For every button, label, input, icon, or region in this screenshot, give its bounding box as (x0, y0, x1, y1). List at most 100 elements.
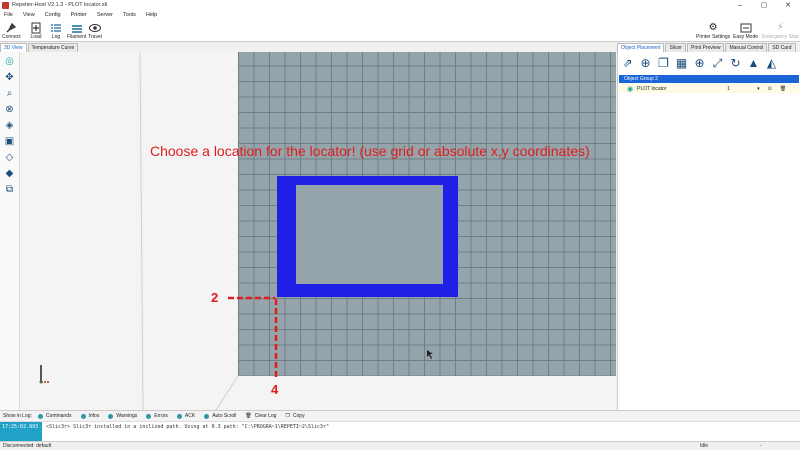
menu-config[interactable]: Config (45, 12, 61, 18)
add-object-icon[interactable]: ⊕ (638, 56, 653, 71)
count-dropdown-icon[interactable]: ▾ (757, 86, 760, 92)
log-filter-warnings[interactable]: Warnings (108, 413, 137, 419)
scene-overlay (39, 176, 458, 384)
plug-icon (4, 21, 18, 34)
zoom-icon[interactable]: ⌕ (3, 87, 16, 100)
menu-help[interactable]: Help (146, 12, 157, 18)
load-button[interactable]: Load (29, 21, 43, 40)
log-filter-infos[interactable]: Infos (80, 413, 99, 419)
cut-object-icon[interactable]: ▲ (746, 56, 761, 71)
object-row[interactable]: ◉ PLOT locator 1 ▾ ⊙ 🗑 (619, 84, 799, 93)
tab-3d-view[interactable]: 3D View (0, 43, 27, 52)
menu-printer[interactable]: Printer (71, 12, 87, 18)
log-filter-commands[interactable]: Commands (37, 413, 72, 419)
object-tools: ⇗ ⊕ ❐ ▦ ⊕ ⤢ ↻ ▲ ◭ (618, 52, 800, 74)
app-logo-icon (2, 1, 9, 9)
printer-settings-button[interactable]: ⚙ Printer Settings (696, 21, 730, 40)
emergency-stop-label: Emergency Stop (762, 34, 799, 40)
show-in-log-label: Show in Log: (3, 413, 32, 419)
3d-viewport[interactable]: Choose a location for the locator! (use … (20, 52, 616, 410)
copy-log-button[interactable]: ❐ Copy (285, 413, 304, 419)
toggle-dot-icon (108, 413, 114, 419)
travel-toggle-button[interactable]: Travel (88, 21, 102, 40)
mouse-cursor (427, 350, 433, 359)
y-coordinate-label: 2 (211, 290, 219, 305)
maximize-button[interactable]: ▢ (752, 1, 776, 9)
autoposition-icon[interactable]: ▦ (674, 56, 689, 71)
menu-server[interactable]: Server (97, 12, 113, 18)
emergency-stop-button[interactable]: ⚡ Emergency Stop (762, 21, 799, 40)
tab-sd-card[interactable]: SD Card (768, 43, 796, 52)
filament-label: Filament (67, 34, 87, 40)
visibility-eye-icon[interactable]: ◉ (627, 85, 633, 93)
object-placement-panel: ⇗ ⊕ ❐ ▦ ⊕ ⤢ ↻ ▲ ◭ Object Group 2 ◉ PLOT … (617, 52, 800, 410)
easy-mode-button[interactable]: Easy Mode (733, 21, 758, 40)
load-label: Load (30, 34, 42, 40)
filament-icon (70, 21, 84, 34)
move-view-icon[interactable]: ✥ (3, 71, 16, 84)
window-title: Repetier-Host V2.1.3 - PLOT locator.stl (12, 2, 108, 8)
filament-toggle-button[interactable]: Filament (67, 21, 86, 40)
export-icon[interactable]: ⇗ (620, 56, 635, 71)
log-list-icon (49, 21, 63, 34)
iso-view-icon[interactable]: ◈ (3, 119, 16, 132)
easy-mode-icon (739, 21, 753, 34)
right-panel-tabs: Object Placement Slicer Print Preview Ma… (617, 43, 797, 52)
toggle-dot-icon (146, 413, 152, 419)
gear-icon: ⚙ (708, 21, 718, 33)
log-timestamp: 17:25:02.893 (0, 422, 42, 442)
center-object-icon[interactable]: ⊕ (692, 56, 707, 71)
object-info-icon[interactable]: ⊙ (768, 86, 772, 92)
object-count[interactable]: 1 (727, 86, 757, 92)
log-filter-errors[interactable]: Errors (146, 413, 168, 419)
log-filter-ack[interactable]: ACK (176, 413, 195, 419)
tab-slicer[interactable]: Slicer (665, 43, 686, 52)
object-group-header[interactable]: Object Group 2 (619, 75, 799, 83)
copy-icon: ❐ (285, 413, 290, 419)
menu-file[interactable]: File (4, 12, 13, 18)
easy-mode-label: Easy Mode (733, 34, 759, 40)
delete-object-icon[interactable]: 🗑 (780, 86, 786, 92)
object-name: PLOT locator (637, 85, 667, 92)
log-message: <Slic3r> Slic3r installed in a inclized … (46, 424, 329, 430)
rotate-object-icon[interactable]: ↻ (728, 56, 743, 71)
log-output[interactable]: 17:25:02.893 <Slic3r> Slic3r installed i… (0, 421, 800, 442)
toolbar: Connect Load Log Filament Travel ⚙ Print… (0, 20, 800, 42)
travel-label: Travel (88, 34, 102, 40)
load-file-icon (29, 21, 43, 34)
status-extra: - (760, 443, 762, 449)
clear-log-button[interactable]: 🗑 Clear Log (245, 413, 276, 419)
tab-print-preview[interactable]: Print Preview (686, 43, 725, 52)
side-view-icon[interactable]: ◆ (3, 167, 16, 180)
tab-temperature-curve[interactable]: Temperature Curve (27, 43, 79, 52)
scale-object-icon[interactable]: ⤢ (710, 56, 725, 71)
tab-object-placement[interactable]: Object Placement (617, 43, 665, 52)
menu-view[interactable]: View (23, 12, 35, 18)
connect-button[interactable]: Connect (2, 21, 21, 40)
minimize-button[interactable]: – (728, 2, 752, 9)
menu-bar: File View Config Printer Server Tools He… (0, 10, 800, 20)
menu-tools[interactable]: Tools (123, 12, 136, 18)
connect-label: Connect (2, 34, 21, 40)
close-button[interactable]: ✕ (776, 1, 800, 9)
mirror-object-icon[interactable]: ◭ (764, 56, 779, 71)
tab-manual-control[interactable]: Manual Control (725, 43, 768, 52)
copy-object-icon[interactable]: ❐ (656, 56, 671, 71)
connection-status: Disconnected: default (3, 443, 52, 449)
status-bar: Disconnected: default Idle - (0, 441, 800, 450)
rotate-view-icon[interactable]: ◎ (3, 55, 16, 68)
fit-view-icon[interactable]: ⊗ (3, 103, 16, 116)
top-view-icon[interactable]: ◇ (3, 151, 16, 164)
eye-icon (88, 21, 102, 34)
printer-settings-label: Printer Settings (696, 34, 731, 40)
front-view-icon[interactable]: ▣ (3, 135, 16, 148)
toggle-dot-icon (204, 413, 210, 419)
wireframe-icon[interactable]: ⧉ (3, 183, 16, 196)
trash-icon: 🗑 (245, 413, 252, 419)
log-auto-scroll[interactable]: Auto Scroll (204, 413, 236, 419)
title-bar: Repetier-Host V2.1.3 - PLOT locator.stl … (0, 0, 800, 10)
toggle-dot-icon (80, 413, 86, 419)
log-toggle-button[interactable]: Log (49, 21, 63, 40)
log-filter-bar: Show in Log: Commands Infos Warnings Err… (0, 410, 800, 421)
view-tabs: 3D View Temperature Curve (0, 43, 79, 52)
